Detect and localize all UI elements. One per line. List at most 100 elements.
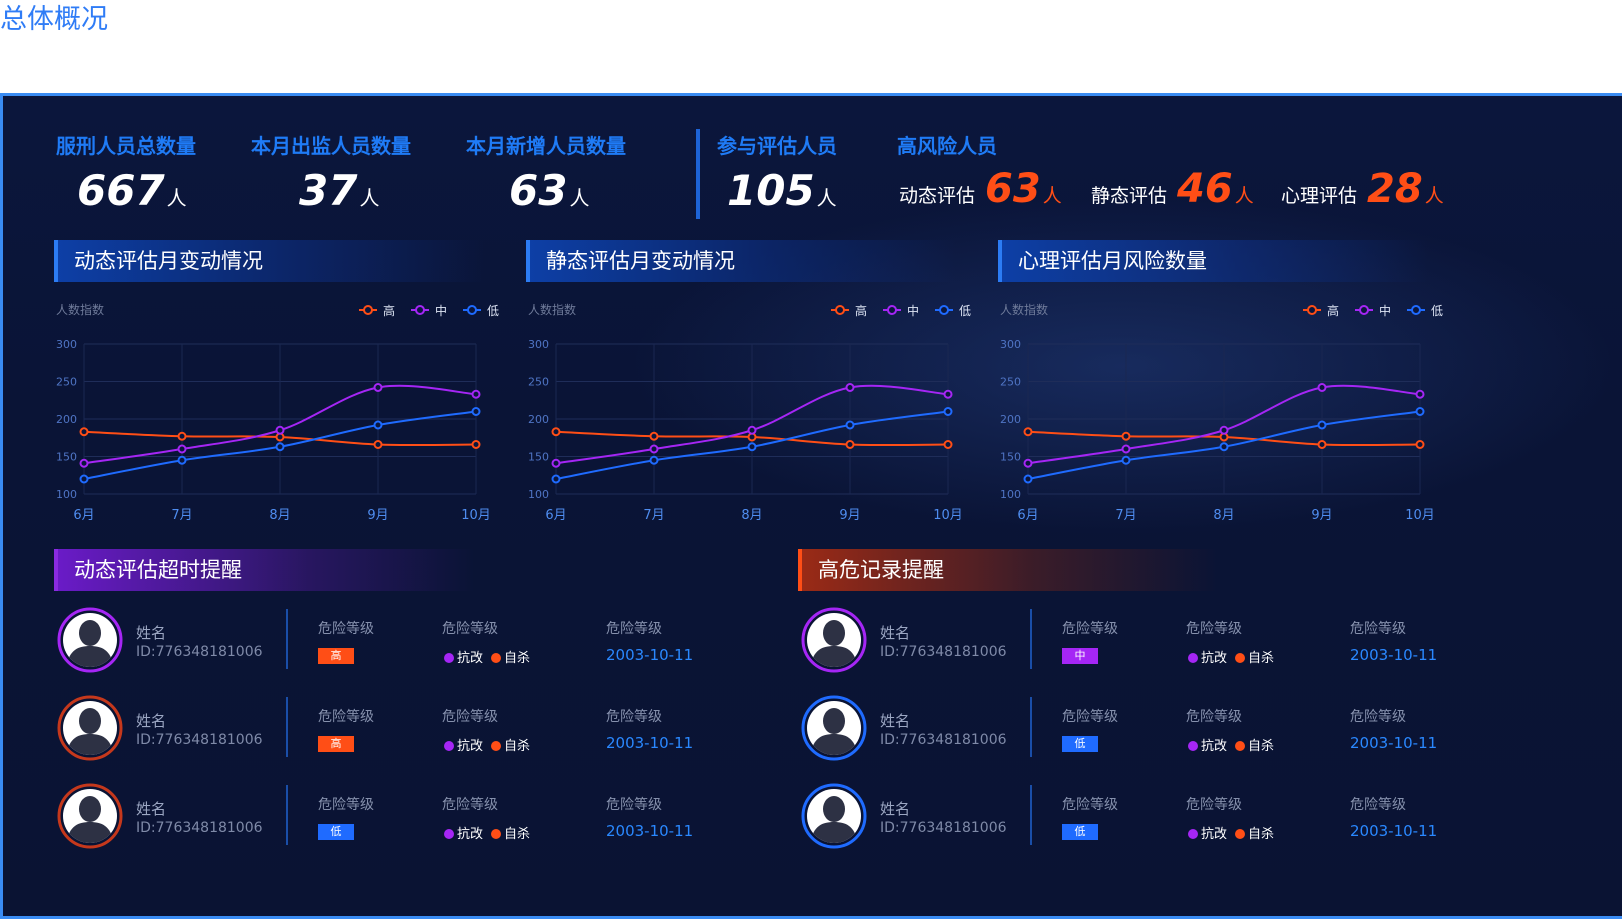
danger-level-label: 危险等级 bbox=[318, 709, 374, 725]
stats-divider bbox=[696, 129, 700, 219]
record-row[interactable]: 姓名 ID:776348181006 危险等级高危险等级 抗改 自杀 危险等级 2003-1… bbox=[56, 694, 756, 764]
record-id: ID:776348181006 bbox=[880, 732, 1007, 748]
danger-type-label: 危险等级 bbox=[442, 709, 498, 725]
legend-label: 高 bbox=[1327, 303, 1339, 318]
record-divider bbox=[1030, 785, 1032, 845]
data-point bbox=[551, 474, 561, 484]
tag-suicide: 自杀 bbox=[1248, 827, 1275, 842]
data-point bbox=[79, 427, 89, 437]
data-point bbox=[845, 383, 855, 392]
avatar bbox=[56, 606, 124, 674]
dot-icon bbox=[1188, 829, 1198, 839]
legend-label: 高 bbox=[383, 303, 395, 318]
stat-new-value: 63 人 bbox=[509, 166, 590, 215]
data-point bbox=[1415, 389, 1425, 399]
record-id: ID:776348181006 bbox=[136, 732, 263, 748]
y-tick-label: 200 bbox=[528, 413, 549, 426]
risk-psych: 心理评估 28 人 bbox=[1281, 166, 1444, 212]
record-row[interactable]: 姓名 ID:776348181006 危险等级低危险等级 抗改 自杀 危险等级 2003-1… bbox=[56, 782, 756, 852]
dot-icon bbox=[1235, 829, 1246, 839]
legend-label: 高 bbox=[855, 303, 867, 318]
static-chart-header: 静态评估月变动情况 bbox=[526, 240, 956, 282]
line-chart-svg: 人数指数 100 150 200 250 300 6月 7月 8月 9月 10月 高 中 低 bbox=[56, 302, 499, 523]
y-tick-label: 250 bbox=[528, 376, 549, 389]
y-tick-label: 100 bbox=[1000, 488, 1021, 501]
stat-new-label: 本月新增人员数量 bbox=[466, 134, 626, 158]
psych-chart: 人数指数 100 150 200 250 300 6月 7月 8月 9月 10月 高 中 低 bbox=[995, 296, 1445, 540]
x-tick-label: 8月 bbox=[269, 508, 290, 523]
record-row[interactable]: 姓名 ID:776348181006 危险等级低危险等级 抗改 自杀 危险等级 2003-1… bbox=[800, 694, 1500, 764]
danger-level-label: 危险等级 bbox=[318, 797, 374, 813]
date-label: 危险等级 bbox=[606, 709, 662, 725]
tag-resist: 抗改 bbox=[457, 739, 484, 754]
legend-label: 中 bbox=[1379, 303, 1391, 318]
x-tick-label: 6月 bbox=[1017, 508, 1038, 523]
danger-tags: 抗改 自杀 bbox=[1188, 823, 1274, 842]
danger-type-label: 危险等级 bbox=[1186, 709, 1242, 725]
danger-type-label: 危险等级 bbox=[1186, 621, 1242, 637]
record-row[interactable]: 姓名 ID:776348181006 危险等级低危险等级 抗改 自杀 危险等级 2003-1… bbox=[800, 782, 1500, 852]
record-date: 2003-10-11 bbox=[606, 646, 694, 664]
danger-level-label: 危险等级 bbox=[1062, 621, 1118, 637]
record-name: 姓名 bbox=[880, 624, 911, 642]
tag-suicide: 自杀 bbox=[504, 827, 531, 842]
stat-total-value: 667 人 bbox=[77, 166, 187, 215]
danger-level-badge: 低 bbox=[1062, 736, 1098, 752]
dot-icon bbox=[444, 653, 454, 663]
stat-total-label: 服刑人员总数量 bbox=[56, 134, 196, 158]
avatar bbox=[56, 782, 124, 850]
x-tick-label: 8月 bbox=[741, 508, 762, 523]
record-row[interactable]: 姓名 ID:776348181006 危险等级高危险等级 抗改 自杀 危险等级 2003-1… bbox=[56, 606, 756, 676]
legend-item: 高 bbox=[1303, 303, 1339, 318]
dot-icon bbox=[1235, 653, 1246, 663]
date-label: 危险等级 bbox=[606, 797, 662, 813]
page-title: 总体概况 bbox=[0, 4, 108, 35]
dot-icon bbox=[444, 829, 454, 839]
record-id: ID:776348181006 bbox=[880, 820, 1007, 836]
legend-item: 中 bbox=[883, 303, 919, 318]
tag-suicide: 自杀 bbox=[1248, 739, 1275, 754]
data-point bbox=[747, 425, 757, 435]
tag-resist: 抗改 bbox=[457, 827, 484, 842]
tag-resist: 抗改 bbox=[457, 651, 484, 666]
record-divider bbox=[1030, 609, 1032, 669]
dynamic-chart-header: 动态评估月变动情况 bbox=[54, 240, 484, 282]
tag-resist: 抗改 bbox=[1201, 651, 1228, 666]
legend-item: 低 bbox=[463, 304, 499, 318]
data-point bbox=[471, 440, 481, 449]
danger-level-badge: 中 bbox=[1062, 648, 1098, 664]
y-tick-label: 200 bbox=[56, 413, 77, 426]
danger-tags: 抗改 自杀 bbox=[444, 823, 530, 842]
record-row[interactable]: 姓名 ID:776348181006 危险等级中危险等级 抗改 自杀 危险等级 2003-1… bbox=[800, 606, 1500, 676]
danger-level-badge: 低 bbox=[1062, 824, 1098, 840]
tag-suicide: 自杀 bbox=[1248, 651, 1275, 666]
tag-resist: 抗改 bbox=[1201, 827, 1228, 842]
psych-chart-header: 心理评估月风险数量 bbox=[998, 240, 1428, 282]
data-point bbox=[1023, 458, 1033, 468]
data-point bbox=[177, 455, 187, 465]
avatar bbox=[56, 694, 124, 762]
tag-suicide: 自杀 bbox=[504, 739, 531, 754]
dot-icon bbox=[1235, 741, 1246, 751]
y-axis-label: 人数指数 bbox=[528, 302, 576, 317]
x-tick-label: 10月 bbox=[461, 508, 491, 523]
dot-icon bbox=[491, 741, 502, 751]
data-point bbox=[1023, 427, 1033, 437]
stat-out-label: 本月出监人员数量 bbox=[251, 134, 411, 158]
data-point bbox=[1023, 474, 1033, 484]
y-tick-label: 300 bbox=[56, 338, 77, 351]
data-point bbox=[177, 431, 187, 441]
stat-assess-value: 105 人 bbox=[727, 166, 837, 215]
danger-level-label: 危险等级 bbox=[1062, 797, 1118, 813]
high-risk-label: 高风险人员 bbox=[897, 134, 997, 158]
record-name: 姓名 bbox=[880, 800, 911, 818]
data-point bbox=[1317, 440, 1327, 449]
legend-item: 低 bbox=[935, 304, 971, 318]
y-tick-label: 200 bbox=[1000, 413, 1021, 426]
y-tick-label: 100 bbox=[56, 488, 77, 501]
x-tick-label: 7月 bbox=[171, 508, 192, 523]
risk-static: 静态评估 46 人 bbox=[1091, 166, 1254, 212]
y-tick-label: 150 bbox=[56, 451, 77, 464]
y-tick-label: 150 bbox=[1000, 451, 1021, 464]
data-point bbox=[471, 407, 481, 416]
